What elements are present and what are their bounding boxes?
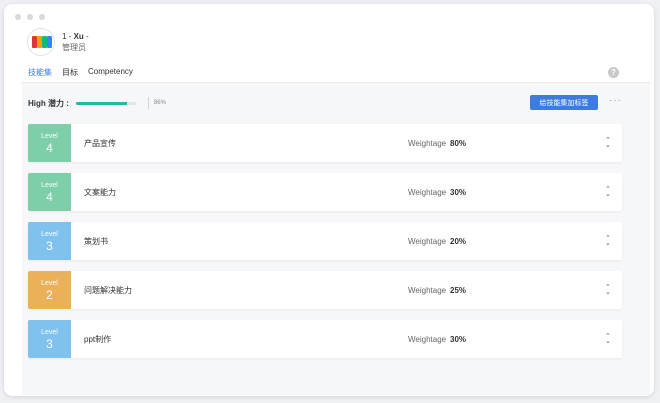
avatar [27,28,55,56]
profile-name-line: 1 - Xu - [62,31,89,42]
window-controls [15,14,45,20]
level-badge: Level 3 [28,320,71,358]
level-number: 3 [46,238,53,253]
skill-card[interactable]: Level 3 策划书 Weightage 20% ⌃ ⌄ [28,222,622,260]
level-number: 4 [46,189,53,204]
skill-name: 问题解决能力 [84,285,132,295]
help-icon[interactable]: ? [608,67,619,78]
weightage-label: Weightage [408,285,447,295]
level-badge: Level 2 [28,271,71,309]
skill-card[interactable]: Level 2 问题解决能力 Weightage 25% ⌃ ⌄ [28,271,622,309]
potential-indicator: High 潜力 : 86% [28,97,166,109]
expand-chevron-icon[interactable]: ⌃ ⌄ [605,333,611,345]
avatar-logo-block [47,36,52,48]
level-text: Level [41,132,58,140]
weightage-label: Weightage [408,138,447,148]
level-number: 4 [46,140,53,155]
level-number: 3 [46,336,53,351]
profile-header: 1 - Xu - 管理员 [27,28,89,56]
level-text: Level [41,181,58,189]
skill-name: ppt制作 [84,334,112,344]
weightage-label: Weightage [408,236,447,246]
chevron-down-icon: ⌄ [605,289,611,296]
potential-value: 86% [153,100,166,106]
profile-role: 管理员 [62,43,86,52]
skill-name: 文案能力 [84,187,116,197]
chevron-down-icon: ⌄ [605,191,611,198]
weightage-label: Weightage [408,187,447,197]
expand-chevron-icon[interactable]: ⌃ ⌄ [605,137,611,149]
expand-chevron-icon[interactable]: ⌃ ⌄ [605,284,611,296]
weightage-label: Weightage [408,334,447,344]
skill-name: 产品宣传 [84,138,116,148]
expand-chevron-icon[interactable]: ⌃ ⌄ [605,235,611,247]
level-number: 2 [46,287,53,302]
level-text: Level [41,328,58,336]
chevron-down-icon: ⌄ [605,142,611,149]
chevron-down-icon: ⌄ [605,338,611,345]
level-badge: Level 3 [28,222,71,260]
skill-card[interactable]: Level 4 文案能力 Weightage 30% ⌃ ⌄ [28,173,622,211]
window-dot-maximize[interactable] [39,14,45,20]
weightage-value: 25% [450,285,467,295]
level-badge: Level 4 [28,124,71,162]
potential-progress-fill [75,101,128,105]
profile-prefix: 1 - [62,32,74,41]
weightage-value: 20% [450,236,467,246]
profile-info: 1 - Xu - 管理员 [62,31,89,53]
add-skillset-tag-button[interactable]: 给技能集加标签 [530,95,598,110]
window-dot-minimize[interactable] [27,14,33,20]
expand-chevron-icon[interactable]: ⌃ ⌄ [605,186,611,198]
weightage-value: 30% [450,334,467,344]
skill-name: 策划书 [84,236,108,246]
window-dot-close[interactable] [15,14,21,20]
level-badge: Level 4 [28,173,71,211]
level-text: Level [41,230,58,238]
more-options-icon[interactable]: ··· [609,96,622,106]
skill-card[interactable]: Level 4 产品宣传 Weightage 80% ⌃ ⌄ [28,124,622,162]
potential-progress-bar [75,101,136,105]
chevron-down-icon: ⌄ [605,240,611,247]
weightage-value: 30% [450,187,467,197]
skill-card[interactable]: Level 3 ppt制作 Weightage 30% ⌃ ⌄ [28,320,622,358]
profile-suffix: - [83,32,89,41]
potential-divider [147,97,149,109]
potential-label: High 潜力 : [28,98,69,108]
level-text: Level [41,279,58,287]
profile-name: Xu [73,32,84,41]
weightage-value: 80% [450,138,467,148]
